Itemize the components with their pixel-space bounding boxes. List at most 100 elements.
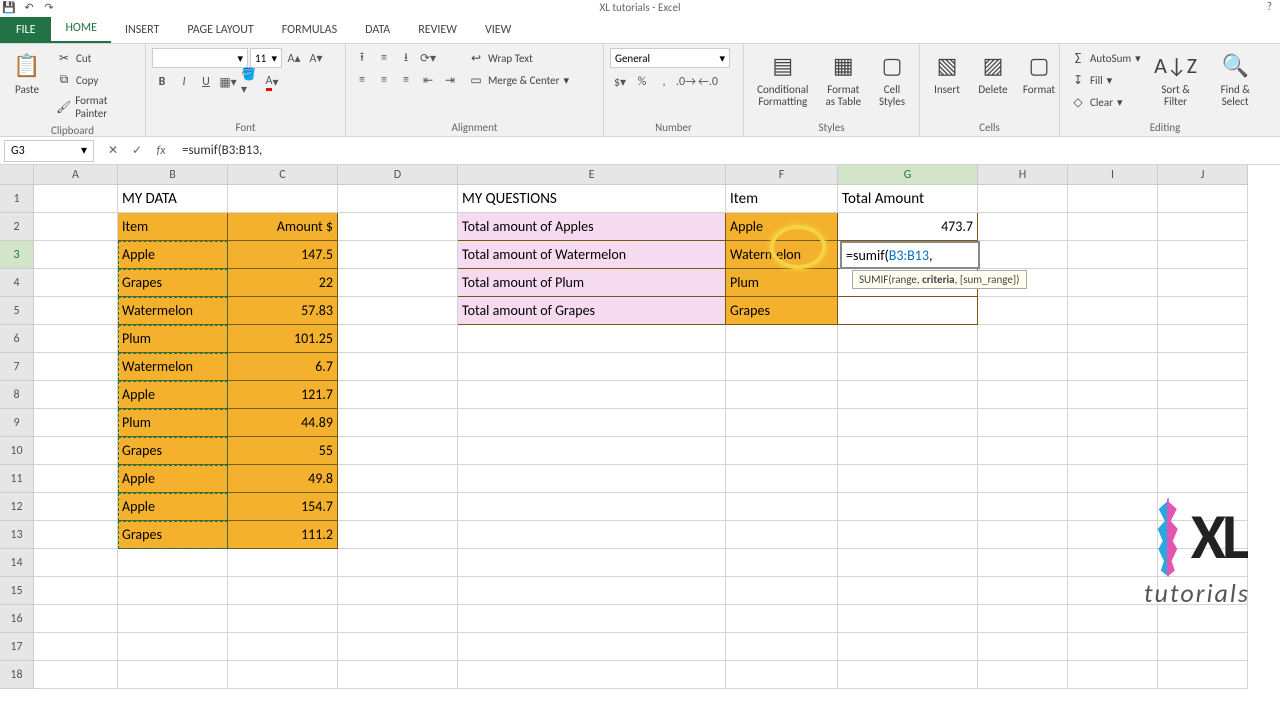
cell[interactable] bbox=[1158, 185, 1248, 213]
col-header[interactable]: J bbox=[1158, 165, 1248, 185]
col-header[interactable]: C bbox=[228, 165, 338, 185]
comma-icon[interactable]: , bbox=[654, 72, 674, 92]
fill-color-button[interactable]: 🪣▾ bbox=[240, 72, 260, 92]
cell[interactable] bbox=[34, 269, 118, 297]
cell[interactable]: Amount $ bbox=[228, 213, 338, 241]
cell[interactable] bbox=[338, 521, 458, 549]
cell[interactable] bbox=[726, 493, 838, 521]
cancel-formula-icon[interactable]: ✕ bbox=[104, 142, 122, 160]
cell[interactable] bbox=[978, 241, 1068, 269]
cell[interactable]: Total Amount bbox=[838, 185, 978, 213]
cell[interactable] bbox=[978, 465, 1068, 493]
align-bottom-icon[interactable]: ⭳ bbox=[396, 48, 416, 68]
align-top-icon[interactable]: ⭱ bbox=[352, 48, 372, 68]
cell[interactable]: 55 bbox=[228, 437, 338, 465]
cell-styles-button[interactable]: ▢Cell Styles bbox=[871, 48, 913, 110]
cell[interactable]: Apple bbox=[118, 381, 228, 409]
cell[interactable]: 22 bbox=[228, 269, 338, 297]
cell[interactable] bbox=[978, 633, 1068, 661]
row-header[interactable]: 18 bbox=[0, 661, 34, 689]
tab-insert[interactable]: INSERT bbox=[111, 17, 173, 43]
cell[interactable] bbox=[118, 549, 228, 577]
cell[interactable] bbox=[34, 325, 118, 353]
cell[interactable] bbox=[978, 493, 1068, 521]
select-all-corner[interactable] bbox=[0, 165, 34, 185]
cell[interactable] bbox=[338, 325, 458, 353]
cell[interactable]: 49.8 bbox=[228, 465, 338, 493]
cell[interactable] bbox=[1158, 605, 1248, 633]
cell[interactable] bbox=[726, 325, 838, 353]
cell[interactable] bbox=[458, 325, 726, 353]
cell[interactable] bbox=[458, 465, 726, 493]
row-header[interactable]: 13 bbox=[0, 521, 34, 549]
conditional-formatting-button[interactable]: ▤Conditional Formatting bbox=[750, 48, 816, 110]
cell[interactable] bbox=[978, 605, 1068, 633]
cell[interactable]: Grapes bbox=[118, 437, 228, 465]
cell[interactable] bbox=[838, 465, 978, 493]
cell[interactable] bbox=[726, 633, 838, 661]
cell[interactable] bbox=[978, 297, 1068, 325]
cell[interactable] bbox=[1158, 269, 1248, 297]
cell[interactable]: Plum bbox=[726, 269, 838, 297]
font-size-combo[interactable]: 11▾ bbox=[250, 48, 282, 68]
row-header[interactable]: 16 bbox=[0, 605, 34, 633]
cell[interactable] bbox=[338, 633, 458, 661]
cell[interactable] bbox=[228, 577, 338, 605]
col-header[interactable]: B bbox=[118, 165, 228, 185]
cell[interactable]: Plum bbox=[118, 325, 228, 353]
cell[interactable]: Total amount of Apples bbox=[458, 213, 726, 241]
cell[interactable] bbox=[726, 605, 838, 633]
cell[interactable]: Apple bbox=[726, 213, 838, 241]
cell[interactable] bbox=[978, 577, 1068, 605]
format-painter-button[interactable]: 🖌Format Painter bbox=[52, 92, 139, 122]
percent-icon[interactable]: % bbox=[632, 72, 652, 92]
save-icon[interactable]: 💾 bbox=[2, 0, 16, 14]
cell[interactable] bbox=[338, 381, 458, 409]
italic-button[interactable]: I bbox=[174, 72, 194, 92]
cell[interactable]: MY QUESTIONS bbox=[458, 185, 726, 213]
cell[interactable] bbox=[458, 605, 726, 633]
cell[interactable] bbox=[34, 381, 118, 409]
cell[interactable] bbox=[458, 577, 726, 605]
cell[interactable] bbox=[458, 493, 726, 521]
cell[interactable] bbox=[978, 409, 1068, 437]
cell[interactable] bbox=[1158, 409, 1248, 437]
cell[interactable] bbox=[838, 437, 978, 465]
cell[interactable] bbox=[228, 185, 338, 213]
insert-cell-button[interactable]: ▧Insert bbox=[926, 48, 968, 98]
cell[interactable] bbox=[838, 353, 978, 381]
cell[interactable] bbox=[978, 381, 1068, 409]
cell[interactable] bbox=[1068, 353, 1158, 381]
cell[interactable] bbox=[1068, 437, 1158, 465]
cell[interactable] bbox=[838, 297, 978, 325]
cell[interactable] bbox=[838, 633, 978, 661]
cell[interactable] bbox=[838, 577, 978, 605]
cell[interactable] bbox=[338, 437, 458, 465]
cell[interactable] bbox=[458, 633, 726, 661]
bold-button[interactable]: B bbox=[152, 72, 172, 92]
col-header[interactable]: I bbox=[1068, 165, 1158, 185]
cell[interactable] bbox=[1158, 633, 1248, 661]
cell[interactable] bbox=[1068, 465, 1158, 493]
cell[interactable]: 121.7 bbox=[228, 381, 338, 409]
cell[interactable] bbox=[726, 465, 838, 493]
row-header[interactable]: 3 bbox=[0, 241, 34, 269]
tab-data[interactable]: DATA bbox=[351, 17, 404, 43]
cell[interactable] bbox=[458, 437, 726, 465]
underline-button[interactable]: U bbox=[196, 72, 216, 92]
autosum-button[interactable]: ∑AutoSum▾ bbox=[1066, 48, 1145, 68]
format-cell-button[interactable]: ▢Format bbox=[1018, 48, 1060, 98]
row-header[interactable]: 17 bbox=[0, 633, 34, 661]
cell[interactable] bbox=[838, 661, 978, 689]
cell[interactable] bbox=[1158, 437, 1248, 465]
cell[interactable] bbox=[1068, 269, 1158, 297]
col-header[interactable]: D bbox=[338, 165, 458, 185]
orientation-icon[interactable]: ⟳▾ bbox=[418, 48, 438, 68]
cell[interactable] bbox=[34, 213, 118, 241]
cell[interactable]: Grapes bbox=[726, 297, 838, 325]
cell[interactable] bbox=[726, 577, 838, 605]
cell[interactable] bbox=[118, 661, 228, 689]
cell[interactable] bbox=[838, 409, 978, 437]
row-header[interactable]: 5 bbox=[0, 297, 34, 325]
cell[interactable]: 57.83 bbox=[228, 297, 338, 325]
